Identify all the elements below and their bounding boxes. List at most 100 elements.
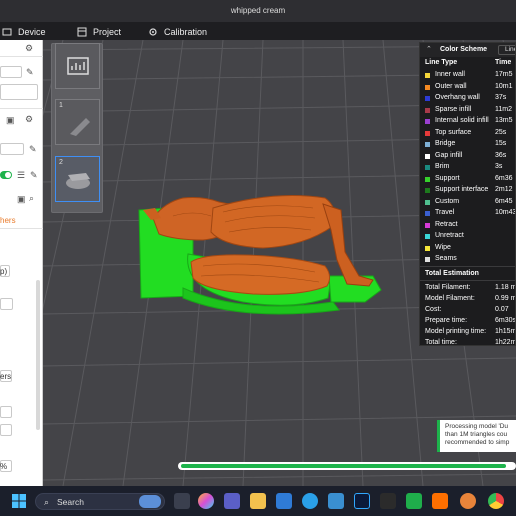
warning-notification[interactable]: Processing model 'Du than 1M triangles c… xyxy=(437,420,516,452)
photoshop-icon[interactable] xyxy=(354,493,370,509)
divider xyxy=(0,228,43,229)
line-type-name: Sparse infill xyxy=(435,105,472,113)
legend-row[interactable]: Internal solid infill 13m5 xyxy=(425,117,515,128)
stat-value: 1h22m xyxy=(495,339,516,346)
store-icon[interactable] xyxy=(276,493,292,509)
value-field[interactable] xyxy=(0,298,13,310)
line-type-time: 11m2 xyxy=(495,105,512,113)
windows-start-icon[interactable] xyxy=(12,494,26,508)
line-type-name: Retract xyxy=(435,220,458,228)
edit-icon[interactable]: ✎ xyxy=(29,144,37,155)
legend-row[interactable]: Overhang wall 37s xyxy=(425,94,515,105)
color-swatch xyxy=(425,222,430,228)
stat-value: 0.99 m xyxy=(495,295,516,302)
legend-row[interactable]: Seams xyxy=(425,255,515,266)
color-swatch xyxy=(425,142,430,147)
line-type-name: Inner wall xyxy=(435,71,465,78)
plate-thumbnail-2[interactable]: 2 xyxy=(55,156,100,202)
filament-select[interactable] xyxy=(0,143,24,155)
search-highlight-icon xyxy=(139,495,161,508)
settings-panel: ⚙ ✎ ▣ ⚙ ✎ ☰ ✎ ▣ ⌕ hers p) ers % xyxy=(0,40,43,486)
plate-list: 1 2 xyxy=(51,43,103,213)
plate-type-select[interactable] xyxy=(0,84,38,100)
toggle-switch[interactable] xyxy=(0,171,12,179)
view-type-select[interactable]: Line xyxy=(498,45,515,55)
search-icon[interactable]: ⌕ xyxy=(29,193,34,204)
line-type-time: 36s xyxy=(495,151,507,159)
chrome-icon[interactable] xyxy=(488,493,504,509)
panel-scrollbar[interactable] xyxy=(36,280,40,430)
list-icon[interactable]: ☰ xyxy=(17,170,25,181)
line-type-time: 10m43 xyxy=(495,209,516,216)
legend-row[interactable]: Support interface 2m12 xyxy=(425,186,515,197)
color-scheme-panel: ⌃ Color Scheme Line Line Type Time Inner… xyxy=(419,42,516,346)
legend-row[interactable]: Retract xyxy=(425,220,515,232)
collapse-icon[interactable]: ⌃ xyxy=(426,45,432,53)
file-explorer-icon[interactable] xyxy=(250,493,266,509)
edit-icon[interactable]: ✎ xyxy=(30,170,38,181)
task-view-icon[interactable] xyxy=(174,493,190,509)
nav-calibration[interactable]: Calibration xyxy=(148,25,207,39)
legend-row[interactable]: Top surface 25s xyxy=(425,128,515,140)
edge-icon[interactable] xyxy=(302,493,318,509)
legend-row[interactable]: Gap infill 36s xyxy=(425,151,515,163)
color-swatch xyxy=(425,165,430,170)
color-swatch xyxy=(425,211,430,216)
stat-value: 1h15m xyxy=(495,328,516,335)
copilot-icon[interactable] xyxy=(198,493,214,509)
firefox-icon[interactable] xyxy=(432,493,448,509)
line-type-name: Overhang wall xyxy=(435,94,480,101)
color-swatch xyxy=(425,234,430,239)
color-swatch xyxy=(425,107,430,113)
legend-row[interactable]: Wipe xyxy=(425,244,515,255)
app-icon[interactable] xyxy=(380,493,396,509)
divider xyxy=(420,266,515,267)
stat-label: Total Filament: xyxy=(425,284,471,291)
teams-icon[interactable] xyxy=(224,493,240,509)
line-type-name: Top surface xyxy=(435,128,472,136)
legend-row[interactable]: Custom 6m45 xyxy=(425,198,515,209)
tab-others-partial[interactable]: hers xyxy=(0,216,16,225)
line-type-time: 10m1 xyxy=(495,82,513,90)
nav-project-label: Project xyxy=(93,27,122,37)
legend-row[interactable]: Sparse infill 11m2 xyxy=(425,105,515,117)
blender-icon[interactable] xyxy=(460,493,476,509)
plate-thumbnail-overview[interactable] xyxy=(55,43,100,89)
bambu-studio-icon[interactable] xyxy=(406,493,422,509)
nav-project[interactable]: Project xyxy=(77,25,121,39)
gear-icon[interactable]: ⚙ xyxy=(25,43,33,54)
line-type-time: 6m36 xyxy=(495,174,513,182)
line-type-time: 13m5 xyxy=(495,117,513,124)
divider xyxy=(0,108,43,109)
save-preset-icon[interactable]: ▣ xyxy=(6,115,15,126)
legend-row[interactable]: Unretract xyxy=(425,232,515,243)
legend-row[interactable]: Outer wall 10m1 xyxy=(425,82,515,94)
legend-row[interactable]: Brim 3s xyxy=(425,163,515,174)
line-type-name: Outer wall xyxy=(435,82,467,90)
legend-row[interactable]: Bridge 15s xyxy=(425,140,515,151)
value-field[interactable] xyxy=(0,424,12,436)
nav-device-label: Device xyxy=(18,27,46,37)
nav-device[interactable]: Device xyxy=(2,25,46,39)
top-navbar: Device Project Calibration xyxy=(0,22,516,40)
line-type-time: 3s xyxy=(495,163,503,170)
col-line-type: Line Type xyxy=(425,59,458,66)
value-field[interactable] xyxy=(0,406,12,418)
legend-row[interactable]: Support 6m36 xyxy=(425,174,515,186)
windows-taskbar: ⌕ Search xyxy=(0,486,516,516)
plate-thumbnail-1[interactable]: 1 xyxy=(55,99,100,145)
line-type-name: Travel xyxy=(435,209,455,216)
legend-row[interactable]: Inner wall 17m5 xyxy=(425,71,515,82)
settings-gear-icon[interactable]: ⚙ xyxy=(25,114,33,125)
save-icon[interactable]: ▣ xyxy=(17,194,26,205)
stat-label: Model printing time: xyxy=(425,328,487,335)
progress-fill xyxy=(181,464,507,468)
line-type-name: Internal solid infill xyxy=(435,117,489,124)
taskbar-search[interactable]: ⌕ Search xyxy=(35,493,165,510)
title-bar: whipped cream xyxy=(0,0,516,22)
photos-icon[interactable] xyxy=(328,493,344,509)
color-swatch xyxy=(425,188,430,193)
printer-select[interactable] xyxy=(0,66,22,78)
legend-row[interactable]: Travel 10m43 xyxy=(425,209,516,220)
edit-icon[interactable]: ✎ xyxy=(26,67,34,78)
